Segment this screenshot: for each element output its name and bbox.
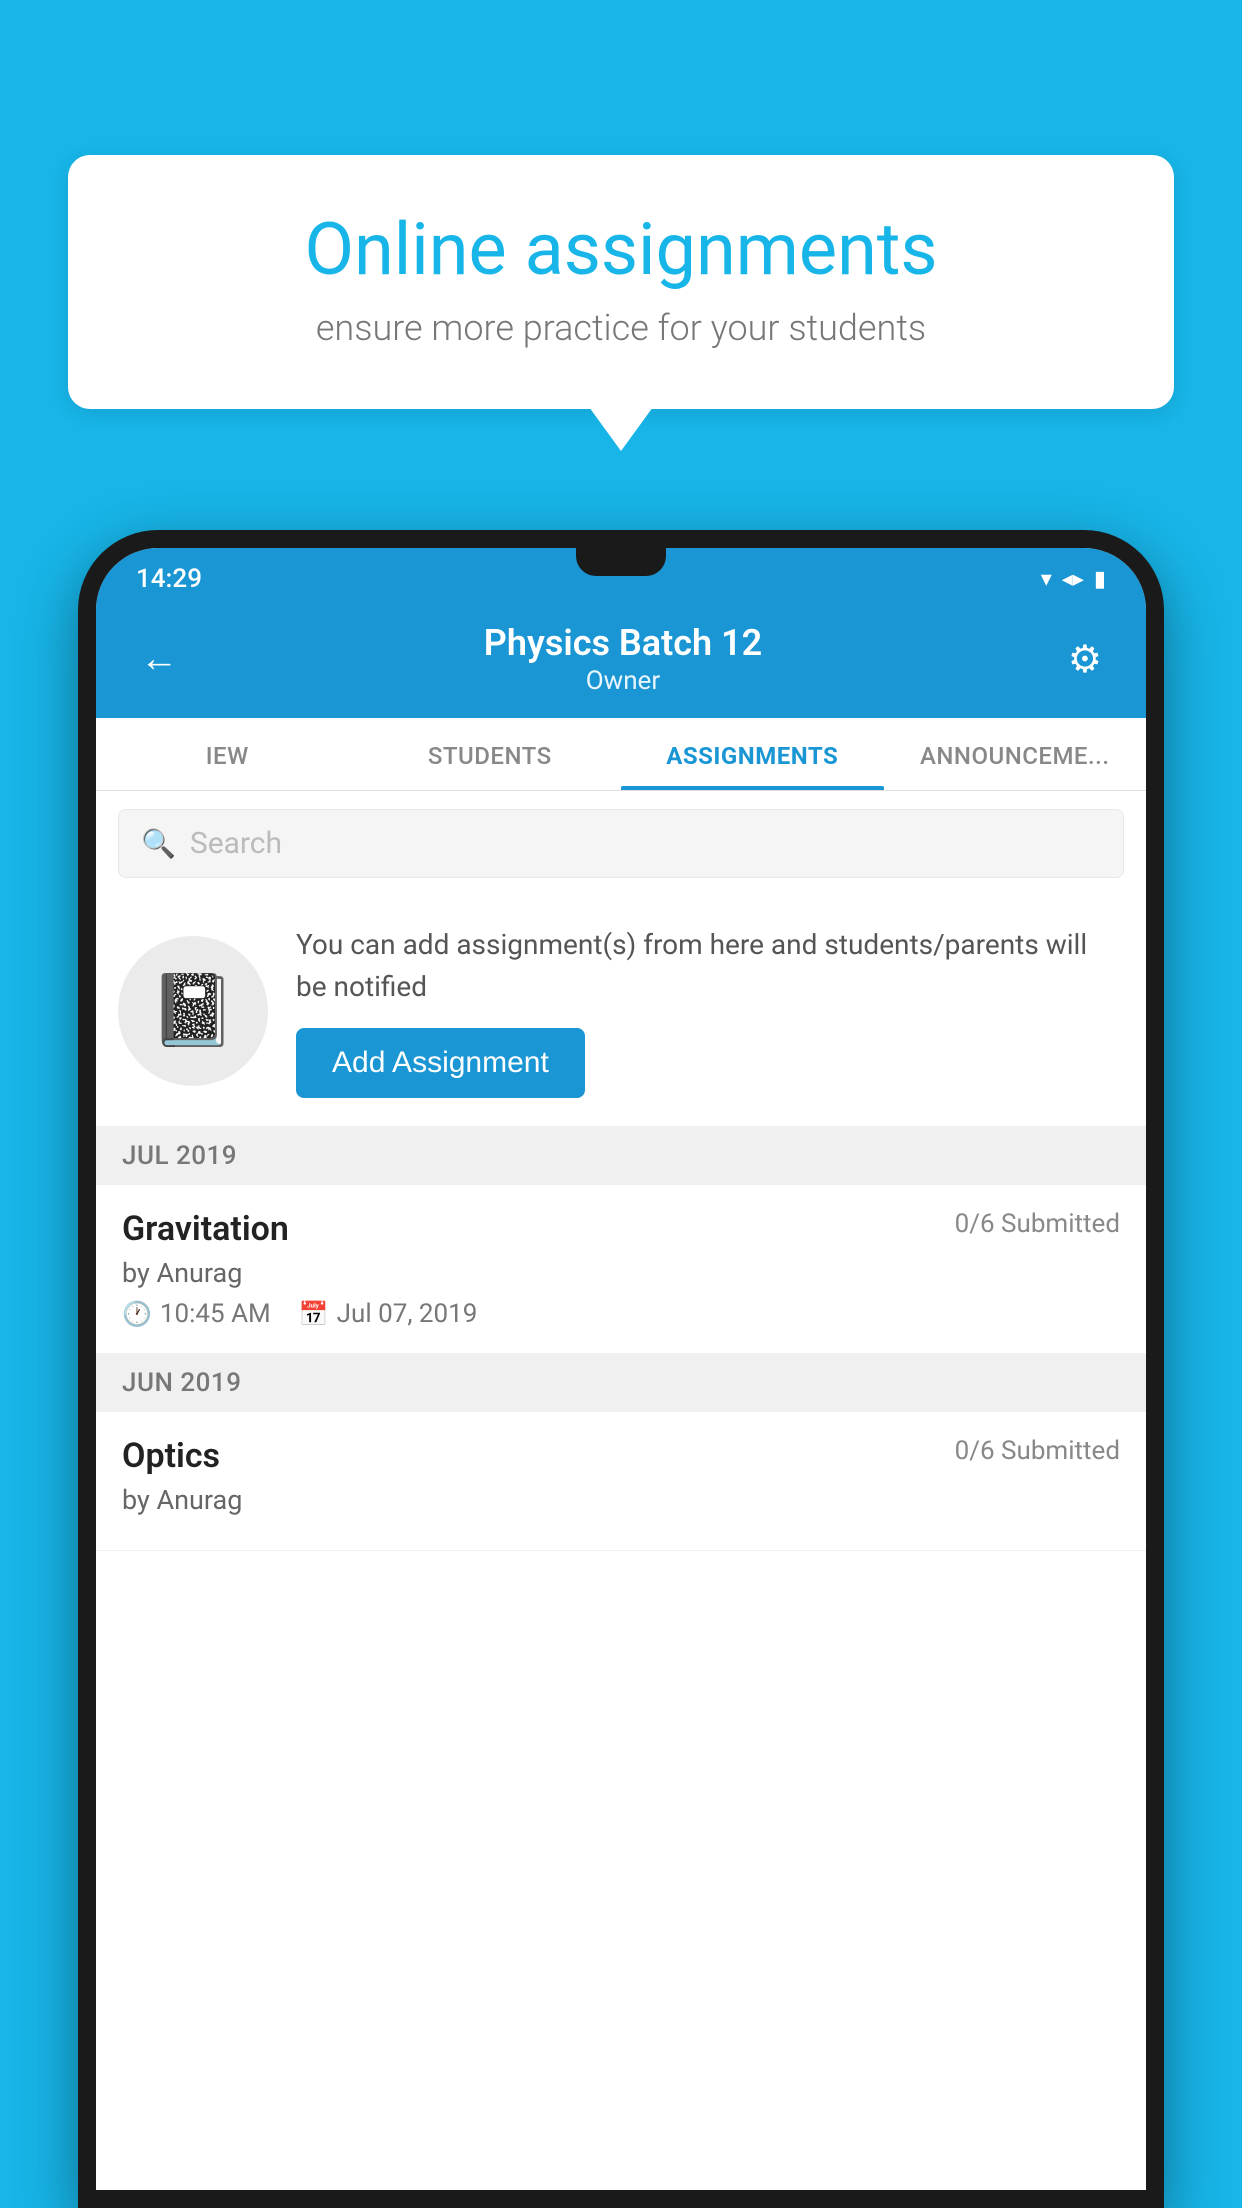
wifi-icon: ▾ bbox=[1041, 567, 1052, 592]
section-header-jun: JUN 2019 bbox=[96, 1354, 1146, 1412]
assignment-time: 🕐 10:45 AM bbox=[122, 1299, 271, 1329]
speech-bubble: Online assignments ensure more practice … bbox=[68, 155, 1174, 409]
assignment-title-optics: Optics bbox=[122, 1436, 220, 1476]
batch-title: Physics Batch 12 bbox=[484, 622, 762, 664]
tab-assignments[interactable]: ASSIGNMENTS bbox=[621, 718, 884, 790]
speech-bubble-container: Online assignments ensure more practice … bbox=[68, 155, 1174, 409]
phone-frame: 14:29 ▾ ◂▸ ▮ ← Physics Batch 12 Owner ⚙ … bbox=[78, 530, 1164, 2208]
batch-subtitle: Owner bbox=[484, 666, 762, 696]
assignment-submitted-optics: 0/6 Submitted bbox=[955, 1436, 1120, 1466]
assignment-by-optics: by Anurag bbox=[122, 1484, 1120, 1516]
assignment-date-value: Jul 07, 2019 bbox=[337, 1299, 478, 1329]
assignment-item-optics[interactable]: Optics 0/6 Submitted by Anurag bbox=[96, 1412, 1146, 1551]
assignment-submitted-gravitation: 0/6 Submitted bbox=[955, 1209, 1120, 1239]
assignment-top-row-optics: Optics 0/6 Submitted bbox=[122, 1436, 1120, 1476]
app-header: ← Physics Batch 12 Owner ⚙ bbox=[96, 604, 1146, 718]
signal-icon: ◂▸ bbox=[1062, 567, 1084, 592]
promo-content: You can add assignment(s) from here and … bbox=[296, 924, 1124, 1098]
screen-content: 🔍 Search 📓 You can add assignment(s) fro… bbox=[96, 791, 1146, 2190]
phone-screen: 14:29 ▾ ◂▸ ▮ ← Physics Batch 12 Owner ⚙ … bbox=[96, 548, 1146, 2190]
search-placeholder: Search bbox=[190, 826, 282, 861]
assignment-item-gravitation[interactable]: Gravitation 0/6 Submitted by Anurag 🕐 10… bbox=[96, 1185, 1146, 1354]
tabs-bar: IEW STUDENTS ASSIGNMENTS ANNOUNCEME... bbox=[96, 718, 1146, 791]
notebook-icon: 📓 bbox=[149, 970, 236, 1052]
promo-text: You can add assignment(s) from here and … bbox=[296, 924, 1124, 1008]
speech-bubble-title: Online assignments bbox=[133, 210, 1109, 289]
back-button[interactable]: ← bbox=[132, 629, 186, 689]
promo-icon-circle: 📓 bbox=[118, 936, 268, 1086]
assignment-meta-gravitation: 🕐 10:45 AM 📅 Jul 07, 2019 bbox=[122, 1299, 1120, 1329]
speech-bubble-subtitle: ensure more practice for your students bbox=[133, 307, 1109, 349]
tab-announcements[interactable]: ANNOUNCEME... bbox=[884, 718, 1147, 790]
search-container: 🔍 Search bbox=[96, 791, 1146, 896]
phone-notch bbox=[576, 548, 666, 576]
search-icon: 🔍 bbox=[141, 827, 176, 860]
assignment-top-row: Gravitation 0/6 Submitted bbox=[122, 1209, 1120, 1249]
assignment-by-gravitation: by Anurag bbox=[122, 1257, 1120, 1289]
settings-icon[interactable]: ⚙ bbox=[1060, 629, 1110, 690]
add-assignment-promo: 📓 You can add assignment(s) from here an… bbox=[96, 896, 1146, 1127]
assignment-date: 📅 Jul 07, 2019 bbox=[299, 1299, 478, 1329]
tab-students[interactable]: STUDENTS bbox=[359, 718, 622, 790]
section-header-jul: JUL 2019 bbox=[96, 1127, 1146, 1185]
status-time: 14:29 bbox=[136, 564, 202, 594]
battery-icon: ▮ bbox=[1094, 567, 1106, 592]
header-title-group: Physics Batch 12 Owner bbox=[484, 622, 762, 696]
search-input-wrapper[interactable]: 🔍 Search bbox=[118, 809, 1124, 878]
assignment-title-gravitation: Gravitation bbox=[122, 1209, 289, 1249]
tab-iew[interactable]: IEW bbox=[96, 718, 359, 790]
calendar-icon: 📅 bbox=[299, 1300, 329, 1328]
clock-icon: 🕐 bbox=[122, 1300, 152, 1328]
assignment-time-value: 10:45 AM bbox=[160, 1299, 271, 1329]
status-icons: ▾ ◂▸ ▮ bbox=[1041, 567, 1106, 592]
add-assignment-button[interactable]: Add Assignment bbox=[296, 1028, 585, 1098]
